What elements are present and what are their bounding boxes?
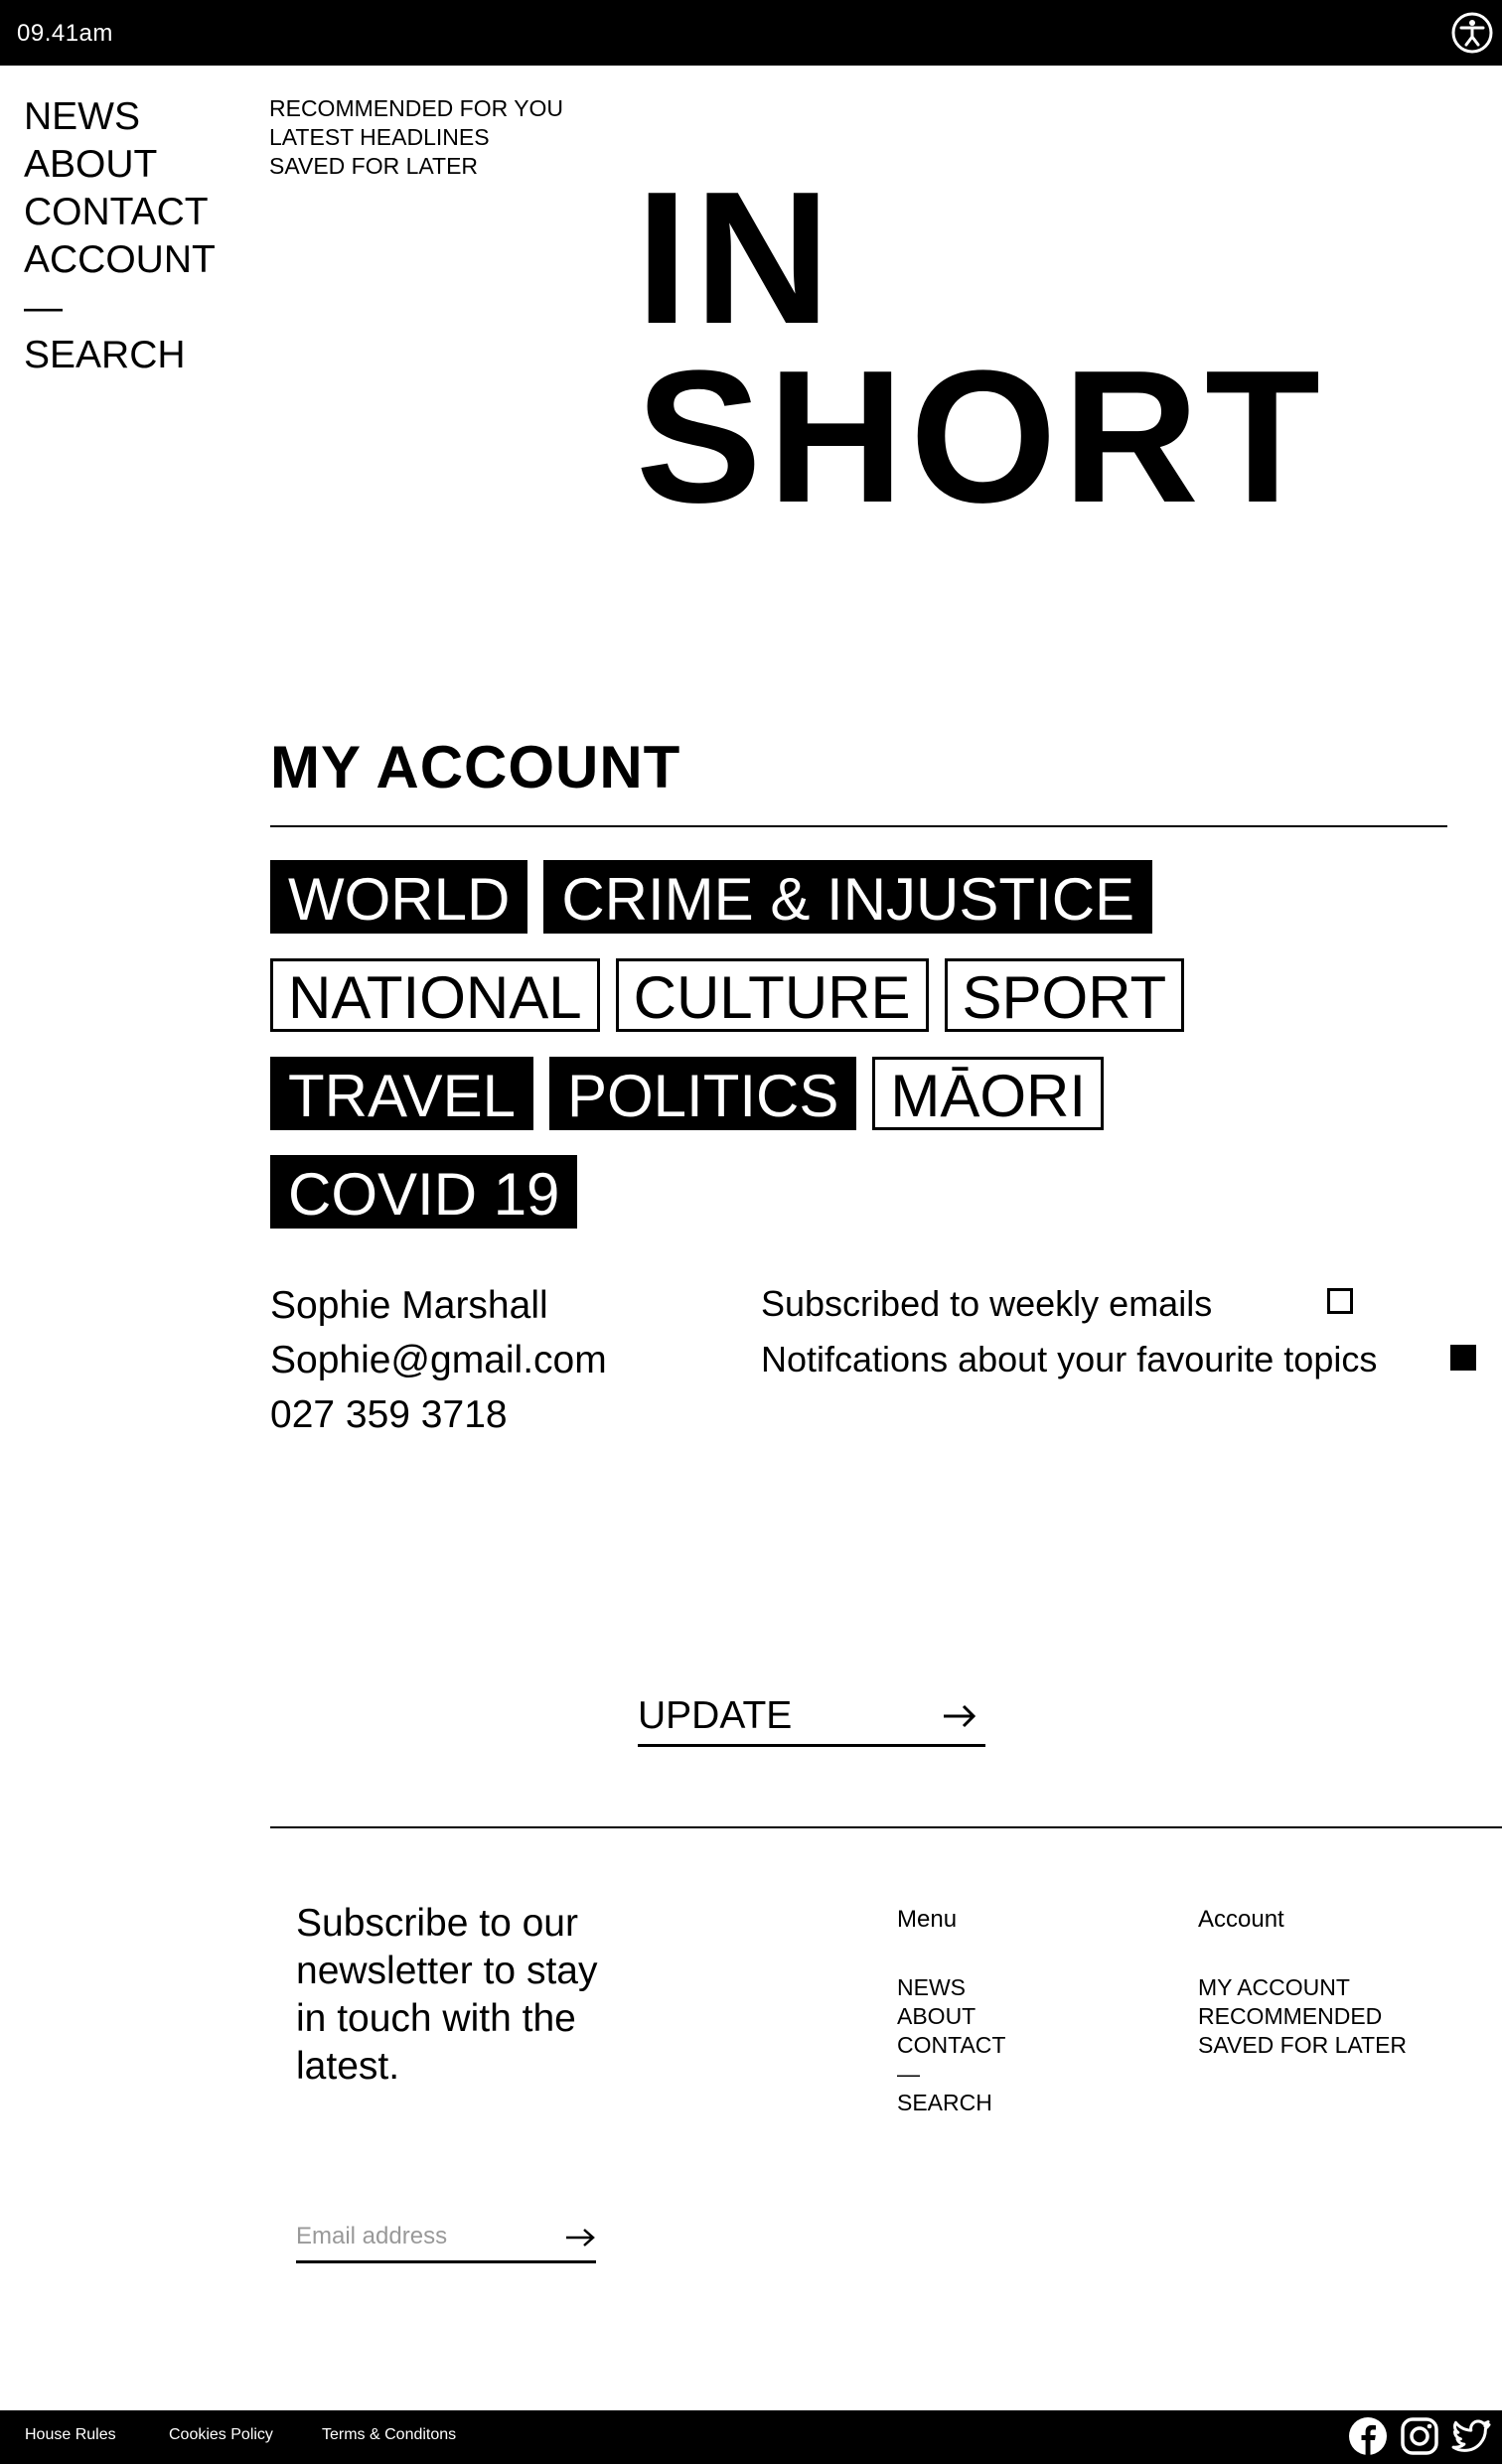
update-label: UPDATE bbox=[638, 1694, 793, 1737]
nav-item-search[interactable]: SEARCH bbox=[24, 332, 216, 379]
preferences: Subscribed to weekly emails Notifcations… bbox=[761, 1276, 1377, 1387]
main-nav: NEWS ABOUT CONTACT ACCOUNT — SEARCH bbox=[24, 93, 216, 379]
footer-menu-heading: Menu bbox=[897, 1906, 958, 1933]
topic-tag[interactable]: MĀORI bbox=[872, 1057, 1105, 1130]
topic-tag[interactable]: CULTURE bbox=[615, 958, 929, 1032]
footer-menu-about[interactable]: ABOUT bbox=[897, 2002, 1005, 2031]
footer-menu-news[interactable]: NEWS bbox=[897, 1973, 1005, 2002]
twitter-icon[interactable] bbox=[1450, 2415, 1492, 2457]
pref-notifications-checkbox[interactable] bbox=[1450, 1345, 1476, 1371]
newsletter-form bbox=[296, 2215, 596, 2263]
pref-weekly-emails-checkbox[interactable] bbox=[1327, 1288, 1353, 1314]
profile-details: Sophie Marshall Sophie@gmail.com 027 359… bbox=[270, 1278, 607, 1442]
topic-row: COVID 19 bbox=[270, 1155, 1413, 1234]
status-bar: 09.41am bbox=[0, 0, 1502, 66]
submit-arrow-icon[interactable] bbox=[564, 2223, 596, 2252]
subnav-item-saved[interactable]: SAVED FOR LATER bbox=[269, 152, 563, 181]
nav-item-contact[interactable]: CONTACT bbox=[24, 189, 216, 236]
newsletter-text: Subscribe to our newsletter to stay in t… bbox=[296, 1902, 598, 2088]
footer-menu: Menu NEWS ABOUT CONTACT — SEARCH bbox=[897, 1905, 1005, 2117]
subnav-item-latest[interactable]: LATEST HEADLINES bbox=[269, 123, 563, 152]
social-links bbox=[1347, 2415, 1492, 2457]
subnav-item-recommended[interactable]: RECOMMENDED FOR YOU bbox=[269, 94, 563, 123]
footer-menu-search[interactable]: SEARCH bbox=[897, 2089, 1005, 2117]
nav-item-news[interactable]: NEWS bbox=[24, 93, 216, 141]
footer-link-cookies[interactable]: Cookies Policy bbox=[169, 2426, 273, 2444]
topic-tag[interactable]: TRAVEL bbox=[270, 1057, 533, 1130]
email-field[interactable] bbox=[296, 2215, 544, 2258]
profile-email: Sophie@gmail.com bbox=[270, 1339, 607, 1381]
page-title: MY ACCOUNT bbox=[270, 734, 681, 800]
profile-name: Sophie Marshall bbox=[270, 1284, 548, 1327]
topic-tag[interactable]: CRIME & INJUSTICE bbox=[543, 860, 1153, 934]
instagram-icon[interactable] bbox=[1399, 2415, 1440, 2457]
topic-tag[interactable]: COVID 19 bbox=[270, 1155, 578, 1229]
footer-account-my-account[interactable]: MY ACCOUNT bbox=[1198, 1973, 1407, 2002]
footer-link-terms[interactable]: Terms & Conditons bbox=[322, 2426, 456, 2444]
nav-separator: — bbox=[24, 286, 63, 329]
topic-row: WORLD CRIME & INJUSTICE bbox=[270, 860, 1413, 940]
topic-tag[interactable]: NATIONAL bbox=[270, 958, 600, 1032]
footer-menu-contact[interactable]: CONTACT bbox=[897, 2031, 1005, 2060]
nav-item-account[interactable]: ACCOUNT bbox=[24, 236, 216, 284]
pref-weekly-emails-label: Subscribed to weekly emails bbox=[761, 1283, 1213, 1324]
footer-account-heading: Account bbox=[1198, 1906, 1284, 1933]
topic-row: NATIONAL CULTURE SPORT bbox=[270, 958, 1413, 1038]
footer-account: Account MY ACCOUNT RECOMMENDED SAVED FOR… bbox=[1198, 1905, 1407, 2060]
footer-account-recommended[interactable]: RECOMMENDED bbox=[1198, 2002, 1407, 2031]
footer-link-house-rules[interactable]: House Rules bbox=[25, 2426, 116, 2444]
topic-tag[interactable]: SPORT bbox=[944, 958, 1185, 1032]
topic-tag[interactable]: POLITICS bbox=[548, 1057, 857, 1130]
accessibility-icon[interactable] bbox=[1450, 11, 1494, 55]
footer-menu-separator: — bbox=[897, 2061, 920, 2087]
topic-tags: WORLD CRIME & INJUSTICE NATIONAL CULTURE… bbox=[270, 860, 1413, 1253]
divider bbox=[270, 825, 1447, 827]
update-button[interactable]: UPDATE bbox=[638, 1688, 985, 1747]
facebook-icon[interactable] bbox=[1347, 2415, 1389, 2457]
brand-line-1: IN bbox=[636, 153, 836, 363]
status-time: 09.41am bbox=[17, 20, 113, 47]
arrow-right-icon bbox=[944, 1704, 976, 1728]
footer-bar: House Rules Cookies Policy Terms & Condi… bbox=[0, 2410, 1502, 2464]
nav-item-about[interactable]: ABOUT bbox=[24, 141, 216, 189]
footer-account-saved[interactable]: SAVED FOR LATER bbox=[1198, 2031, 1407, 2060]
brand-logo[interactable]: IN SHORT bbox=[636, 153, 1326, 542]
topic-row: TRAVEL POLITICS MĀORI bbox=[270, 1057, 1413, 1136]
topic-tag[interactable]: WORLD bbox=[270, 860, 528, 934]
brand-line-2: SHORT bbox=[636, 332, 1326, 542]
sub-nav: RECOMMENDED FOR YOU LATEST HEADLINES SAV… bbox=[269, 94, 563, 181]
pref-notifications-label: Notifcations about your favourite topics bbox=[761, 1339, 1378, 1379]
profile-phone: 027 359 3718 bbox=[270, 1393, 508, 1436]
footer-divider bbox=[270, 1826, 1502, 1828]
